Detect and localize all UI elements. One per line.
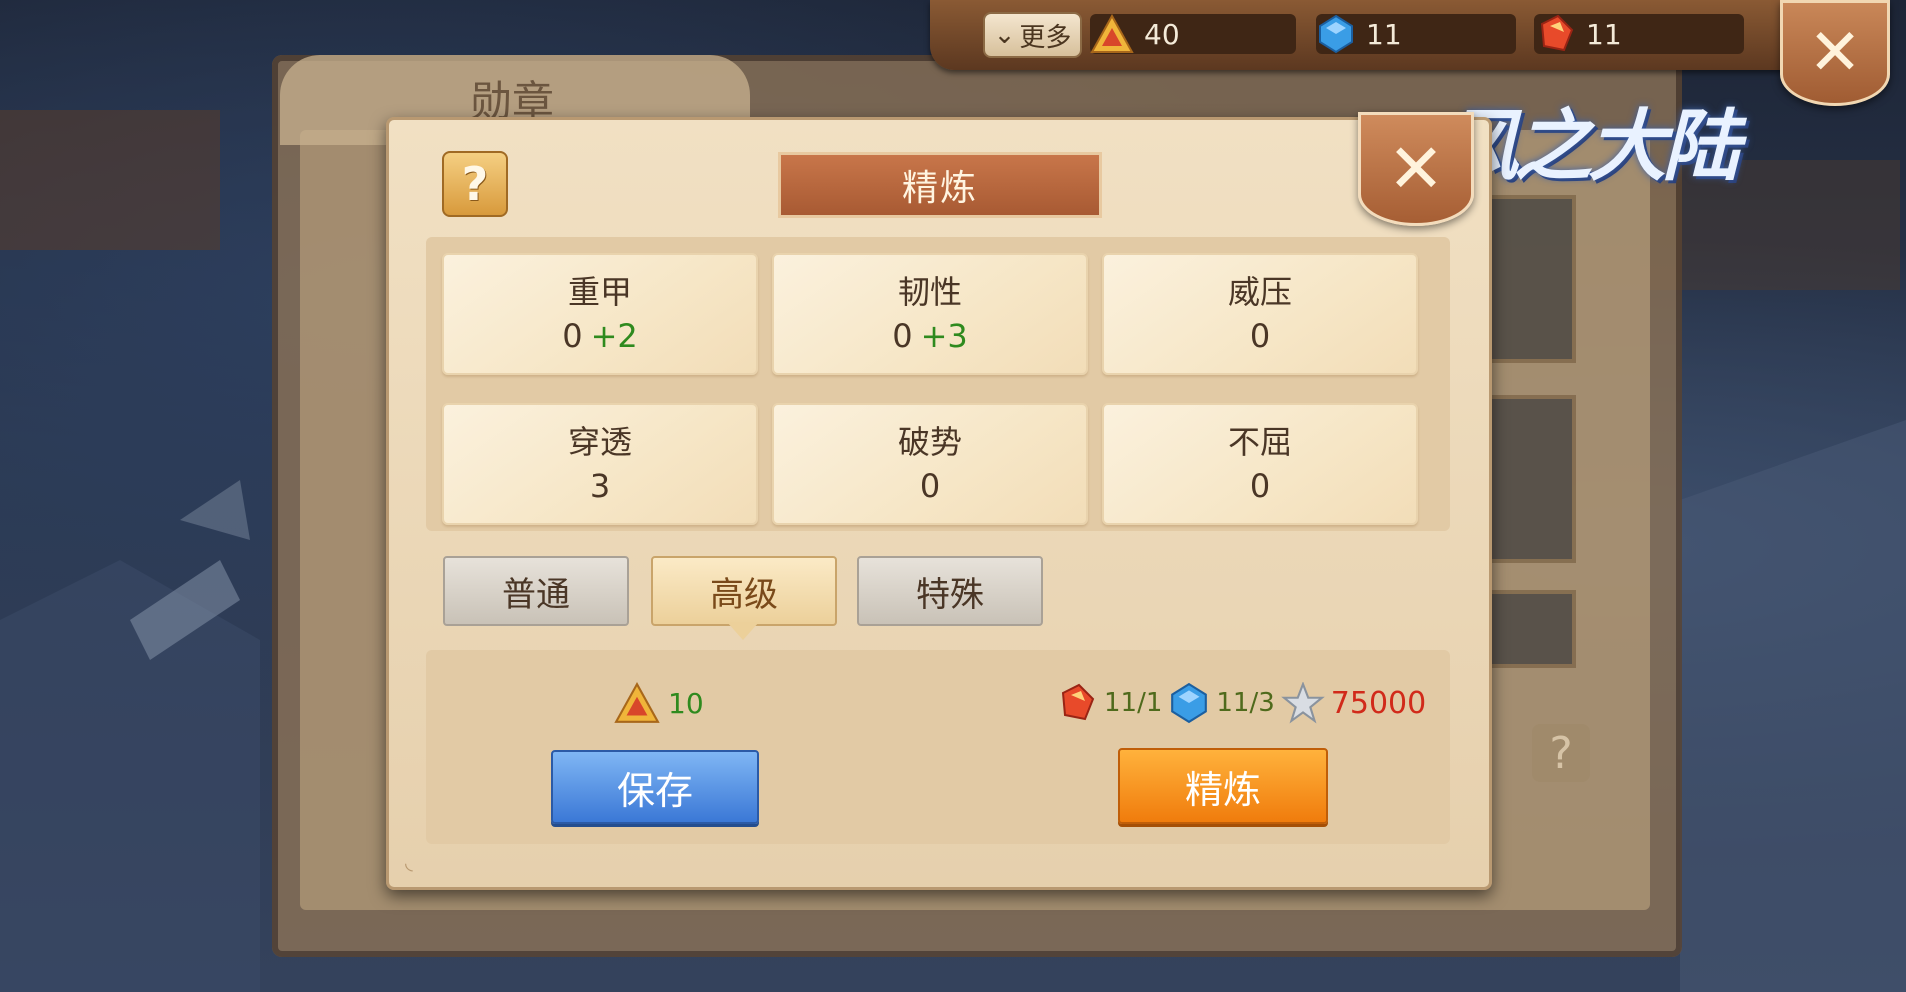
blue-gem-icon: [1319, 14, 1353, 54]
attribute-name: 重甲: [567, 273, 632, 311]
attribute-name: 破势: [897, 423, 962, 461]
dialog-close-button[interactable]: ✕: [1358, 112, 1474, 226]
currency-crystal-value: 11: [1586, 17, 1622, 51]
attribute-base: 0: [919, 467, 941, 505]
red-crystal-icon: [1540, 14, 1574, 52]
question-icon: ?: [461, 157, 489, 211]
currency-crystal: 11: [1534, 14, 1744, 54]
tab-normal[interactable]: 普通: [443, 556, 629, 626]
attribute-name: 不屈: [1227, 423, 1292, 461]
attribute-value: 0: [1250, 314, 1270, 358]
attribute-name: 穿透: [567, 423, 632, 461]
red-crystal-cost: 11/1: [1104, 688, 1163, 718]
attribute-base: 0: [1249, 467, 1271, 505]
background-help-icon: ?: [1532, 724, 1590, 782]
attribute-card: 破势 0: [772, 403, 1088, 525]
tab-advanced[interactable]: 高级: [651, 556, 837, 626]
currency-gold: 40: [1090, 14, 1296, 54]
attribute-name: 威压: [1227, 273, 1292, 311]
background-card: [1488, 195, 1576, 363]
currency-gold-value: 40: [1144, 17, 1180, 51]
attribute-value: 0: [920, 464, 940, 508]
blue-gem-cost: 11/3: [1216, 688, 1275, 718]
background-card: [1488, 590, 1576, 668]
currency-gem: 11: [1316, 14, 1516, 54]
red-crystal-icon: [1061, 683, 1095, 721]
attribute-card: 韧性 0 +3: [772, 253, 1088, 375]
attribute-value: 0: [1250, 464, 1270, 508]
save-button[interactable]: 保存: [551, 750, 759, 824]
attribute-card: 穿透 3: [442, 403, 758, 525]
gold-triangle-icon: [1090, 14, 1134, 53]
attribute-base: 0: [1249, 317, 1271, 355]
attribute-bonus: +3: [920, 317, 968, 355]
attribute-card: 威压 0: [1102, 253, 1418, 375]
chevron-down-icon: ⌄: [993, 20, 1016, 50]
attribute-value: 0 +3: [892, 314, 968, 358]
silver-cost: 75000: [1330, 685, 1427, 721]
attribute-value: 0 +2: [562, 314, 638, 358]
silver-star-icon: [1280, 682, 1325, 724]
refine-cost: 11/1 11/3 75000: [1054, 682, 1426, 724]
background-card: [1488, 395, 1576, 563]
attribute-value: 3: [590, 464, 610, 508]
refine-button[interactable]: 精炼: [1118, 748, 1328, 824]
help-button[interactable]: ?: [442, 151, 508, 217]
tab-special[interactable]: 特殊: [857, 556, 1043, 626]
more-button[interactable]: ⌄ 更多: [983, 12, 1082, 58]
gold-triangle-icon: [614, 682, 660, 723]
attribute-name: 韧性: [897, 273, 962, 311]
dialog-title: 精炼: [778, 152, 1102, 218]
attribute-bonus: +2: [590, 317, 638, 355]
attribute-card: 重甲 0 +2: [442, 253, 758, 375]
save-cost-value: 10: [668, 686, 704, 720]
save-cost: 10: [614, 682, 704, 724]
more-label: 更多: [1019, 22, 1072, 53]
attribute-base: 3: [589, 467, 611, 505]
attribute-card: 不屈 0: [1102, 403, 1418, 525]
corner-ornament: ◟: [405, 850, 413, 874]
attribute-base: 0: [562, 317, 583, 355]
tab-pointer: [727, 622, 759, 640]
game-logo: 风之大陆: [1440, 101, 1740, 192]
blue-gem-icon: [1171, 682, 1208, 724]
attribute-base: 0: [892, 317, 913, 355]
close-icon: ✕: [1387, 129, 1445, 209]
currency-gem-value: 11: [1366, 17, 1402, 51]
